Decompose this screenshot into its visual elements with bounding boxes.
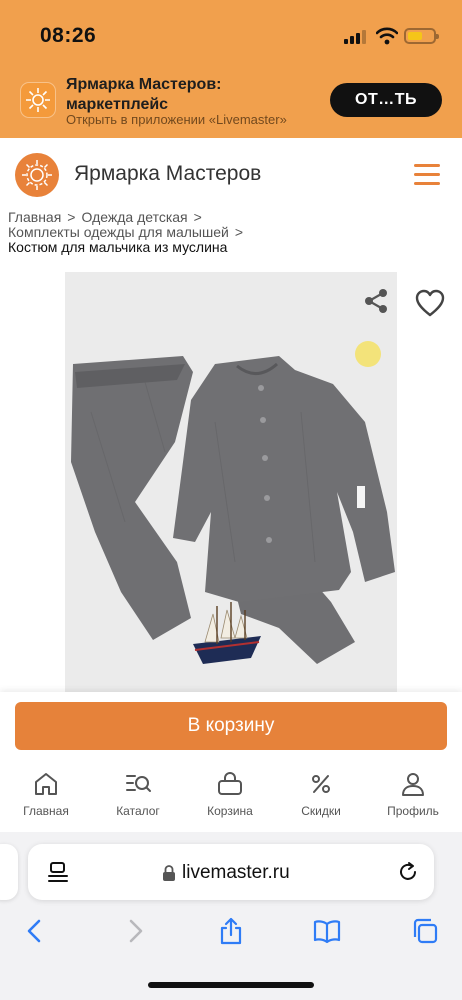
home-indicator xyxy=(148,982,314,988)
app-banner-area: 08:26 Ярмарка Мастеров: маркетплейс Откр… xyxy=(0,0,462,138)
browser-toolbar: livemaster.ru xyxy=(0,832,462,1000)
percent-icon xyxy=(312,775,330,793)
hamburger-menu-icon[interactable] xyxy=(414,164,440,185)
share-sheet-icon[interactable] xyxy=(216,916,246,946)
nav-label: Главная xyxy=(23,804,69,818)
reload-icon[interactable] xyxy=(396,860,420,884)
breadcrumb-link[interactable]: Одежда детская xyxy=(81,209,187,225)
profile-icon xyxy=(402,773,424,796)
cellular-signal-icon xyxy=(344,30,370,44)
site-header: Ярмарка Мастеров xyxy=(0,138,462,210)
home-icon xyxy=(35,773,57,795)
cart-bar: В корзину xyxy=(0,692,462,756)
app-banner-title: Ярмарка Мастеров: маркетплейс xyxy=(66,76,222,113)
breadcrumb-link[interactable]: Главная xyxy=(8,209,61,225)
nav-item-catalog[interactable]: Каталог xyxy=(98,770,178,818)
previous-tab-preview[interactable] xyxy=(0,844,18,900)
basket-icon xyxy=(218,772,242,795)
breadcrumb-separator: > xyxy=(193,209,202,225)
product-photo[interactable] xyxy=(65,272,397,692)
breadcrumb-separator: > xyxy=(67,209,76,225)
breadcrumb-link[interactable]: Комплекты одежды для малышей xyxy=(8,224,229,240)
app-icon xyxy=(20,82,56,118)
heart-icon[interactable] xyxy=(414,288,446,318)
nav-item-discounts[interactable]: Скидки xyxy=(281,770,361,818)
battery-icon xyxy=(404,28,439,44)
status-bar: 08:26 xyxy=(0,0,462,70)
breadcrumb: Главная > Одежда детская > Комплекты одежды… xyxy=(8,210,454,255)
forward-icon[interactable] xyxy=(120,916,150,946)
url-text[interactable]: livemaster.ru xyxy=(182,862,290,884)
nav-label: Профиль xyxy=(387,804,439,818)
brand-name[interactable]: Ярмарка Мастеров xyxy=(74,162,261,186)
app-banner-subtitle: Открыть в приложении «Livemaster» xyxy=(66,112,287,127)
share-icon[interactable] xyxy=(363,288,389,314)
back-icon[interactable] xyxy=(20,916,50,946)
reader-mode-icon[interactable] xyxy=(46,860,70,884)
smart-app-banner[interactable]: Ярмарка Мастеров: маркетплейс Открыть в … xyxy=(0,70,462,138)
bookmarks-icon[interactable] xyxy=(312,916,342,946)
breadcrumb-current: Костюм для мальчика из муслина xyxy=(8,239,228,255)
product-gallery[interactable] xyxy=(0,272,462,692)
open-app-button[interactable]: ОТ…ТЬ xyxy=(330,83,442,117)
nav-item-home[interactable]: Главная xyxy=(6,770,86,818)
breadcrumb-separator: > xyxy=(234,224,243,240)
site-bottom-nav: Главная Каталог Корзина Скидки Профиль xyxy=(0,756,462,832)
nav-item-profile[interactable]: Профиль xyxy=(373,770,453,818)
nav-label: Каталог xyxy=(116,804,160,818)
nav-label: Корзина xyxy=(207,804,253,818)
lock-icon xyxy=(163,865,175,881)
wifi-icon xyxy=(376,27,398,45)
address-bar[interactable]: livemaster.ru xyxy=(28,844,434,900)
tabs-icon[interactable] xyxy=(410,916,440,946)
nav-label: Скидки xyxy=(301,804,341,818)
add-to-cart-button[interactable]: В корзину xyxy=(15,702,447,750)
sun-logo-icon[interactable] xyxy=(15,153,59,197)
status-time: 08:26 xyxy=(40,24,97,47)
nav-item-cart[interactable]: Корзина xyxy=(190,770,270,818)
catalog-search-icon xyxy=(126,775,151,792)
